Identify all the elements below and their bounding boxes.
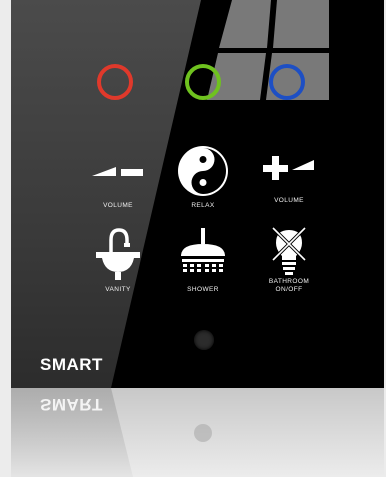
green-indicator [185, 64, 221, 100]
relax-button[interactable]: RELAX [163, 145, 243, 210]
relax-label: RELAX [191, 202, 215, 209]
bathroom-label-line2: ON/OFF [275, 286, 303, 293]
crossed-lightbulb-icon [271, 226, 307, 275]
volume-up-label: VOLUME [274, 197, 304, 204]
blue-indicator [269, 64, 305, 100]
shower-label: SHOWER [187, 286, 219, 293]
smart-control-panel: VOLUME RELAX VOLUME VANITY SHOWER BATHRO… [11, 0, 384, 388]
brand-logo: SMART [40, 355, 103, 374]
volume-up-button[interactable]: VOLUME [249, 152, 329, 205]
vanity-label: VANITY [105, 286, 131, 293]
bathroom-on-off-button[interactable]: BATHROOM ON/OFF [249, 226, 329, 294]
proximity-sensor [194, 330, 214, 350]
sink-faucet-icon [96, 228, 140, 280]
shower-button[interactable]: SHOWER [163, 226, 243, 294]
yin-yang-icon [178, 146, 228, 196]
shower-head-icon [181, 228, 225, 272]
panel-reflection: SMART [11, 388, 384, 477]
page-margin [0, 0, 11, 477]
volume-down-button[interactable]: VOLUME [78, 158, 158, 210]
sensor-reflection [194, 424, 212, 442]
volume-down-icon [92, 167, 143, 176]
vanity-button[interactable]: VANITY [78, 226, 158, 294]
bathroom-label-line1: BATHROOM [268, 278, 310, 285]
red-indicator [97, 64, 133, 100]
volume-up-icon [263, 156, 314, 180]
brand-logo-reflection: SMART [40, 395, 103, 414]
volume-down-label: VOLUME [103, 202, 133, 209]
